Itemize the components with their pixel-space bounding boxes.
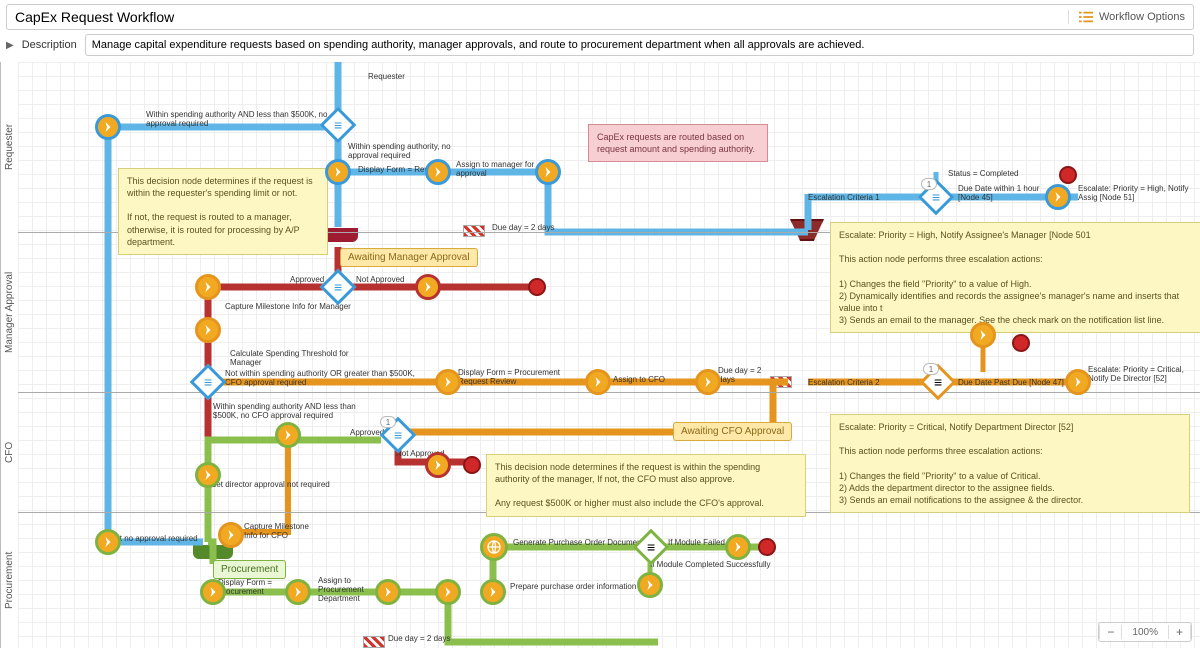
annotation: Escalate: Priority = High, Notify Assign… <box>830 222 1200 333</box>
edge-label: Approved <box>350 428 384 437</box>
action-node[interactable] <box>637 572 663 598</box>
node-label: Escalation Criteria 2 <box>808 378 880 387</box>
action-node[interactable] <box>725 534 751 560</box>
action-node[interactable] <box>95 529 121 555</box>
edge-label: Not Approved <box>356 275 404 284</box>
lane-separator <box>18 392 1200 393</box>
integration-node[interactable] <box>480 533 508 561</box>
end-node[interactable] <box>528 278 546 296</box>
action-node[interactable] <box>375 579 401 605</box>
annotation: Escalate: Priority = Critical, Notify De… <box>830 414 1190 513</box>
action-node[interactable] <box>585 369 611 395</box>
lane-procurement: Procurement <box>0 512 18 648</box>
state-badge[interactable]: Procurement <box>213 560 286 579</box>
action-node[interactable] <box>415 274 441 300</box>
edge-label: Due day = 2 days <box>492 223 554 232</box>
action-node[interactable] <box>195 274 221 300</box>
action-node[interactable] <box>1065 369 1091 395</box>
expand-icon[interactable]: ▶ <box>6 40 14 51</box>
action-node[interactable] <box>95 114 121 140</box>
node-label: Prepare purchase order information <box>510 582 636 591</box>
node-label: Capture Milestone Info for Manager <box>225 302 351 311</box>
action-node[interactable] <box>480 579 506 605</box>
zoom-in-button[interactable]: + <box>1168 625 1191 639</box>
action-node[interactable] <box>425 452 451 478</box>
action-node[interactable] <box>425 159 451 185</box>
workflow-canvas[interactable]: ≡ Requester Within spending authority AN… <box>18 62 1200 648</box>
annotation: This decision node determines if the req… <box>486 454 806 517</box>
action-node[interactable] <box>970 322 996 348</box>
action-node[interactable] <box>695 369 721 395</box>
count-badge: 1 <box>921 178 937 190</box>
node-label: Escalate: Priority = High, Notify Assig … <box>1078 184 1200 202</box>
lane-cfo: CFO <box>0 392 18 512</box>
action-node[interactable] <box>1045 184 1071 210</box>
lane-manager: Manager Approval <box>0 232 18 392</box>
count-badge: 1 <box>923 363 939 375</box>
action-node[interactable] <box>195 462 221 488</box>
node-label: Set director approval not required <box>211 480 330 489</box>
end-node[interactable] <box>1012 334 1030 352</box>
state-badge[interactable]: Awaiting Manager Approval <box>340 248 478 267</box>
description-input[interactable] <box>85 34 1194 56</box>
edge-label: Due Date Past Due [Node 47] <box>958 378 1064 387</box>
edge-label: Due Date within 1 hour [Node 45] <box>958 184 1048 202</box>
description-row: ▶ Description <box>6 34 1194 56</box>
edge-label: Due day = 2 days <box>718 366 768 384</box>
node-label: Escalation Criteria 1 <box>808 193 880 202</box>
action-node[interactable] <box>435 369 461 395</box>
node-label: Assign to CFO <box>613 375 665 384</box>
end-node[interactable] <box>758 538 776 556</box>
node-label: Escalate: Priority = Critical, Notify De… <box>1088 365 1200 383</box>
zoom-out-button[interactable]: − <box>1099 625 1122 639</box>
description-label: Description <box>22 39 77 51</box>
node-label: Generate Purchase Order Document <box>513 538 644 547</box>
edge-label: Within spending authority AND less than … <box>146 110 346 128</box>
workflow-options-button[interactable]: Workflow Options <box>1068 10 1185 24</box>
end-node[interactable] <box>1059 166 1077 184</box>
workflow-canvas-container: Requester Manager Approval CFO Procureme… <box>0 62 1200 648</box>
edge-label: Status = Completed <box>948 169 1018 178</box>
action-node[interactable] <box>195 317 221 343</box>
action-node[interactable] <box>435 579 461 605</box>
lane-requester: Requester <box>0 62 18 232</box>
zoom-control: − 100% + <box>1098 622 1192 642</box>
node-label: Capture Milestone Info for CFO <box>244 522 314 540</box>
edge-label: Not within spending authority OR greater… <box>225 369 425 387</box>
edge-label: Within spending authority, no approval r… <box>348 142 468 160</box>
edge-label: If Module Completed Successfully <box>650 560 771 569</box>
node-label: Assign to manager for approval <box>456 160 536 178</box>
action-node[interactable] <box>535 159 561 185</box>
action-node[interactable] <box>325 159 351 185</box>
swimlane-labels: Requester Manager Approval CFO Procureme… <box>0 62 18 648</box>
node-label: Display Form = Procurement <box>218 578 288 596</box>
end-node[interactable] <box>463 456 481 474</box>
edge-label: If Module Failed <box>668 538 725 547</box>
annotation: CapEx requests are routed based on reque… <box>588 124 768 162</box>
node-label: Display Form = Procurement Request Revie… <box>458 368 588 386</box>
node-label: Set no approval required <box>110 534 198 543</box>
action-node[interactable] <box>285 579 311 605</box>
action-node[interactable] <box>218 522 244 548</box>
list-icon <box>1079 10 1093 24</box>
workflow-title-input[interactable] <box>15 9 1068 25</box>
action-node[interactable] <box>275 422 301 448</box>
count-badge: 1 <box>380 416 396 428</box>
node-label: Calculate Spending Threshold for Manager <box>230 349 350 367</box>
edge-label: Due day = 2 days <box>388 634 450 643</box>
action-node[interactable] <box>200 579 226 605</box>
zoom-level: 100% <box>1122 627 1168 638</box>
node-label: Requester <box>368 72 405 81</box>
annotation: This decision node determines if the req… <box>118 168 328 255</box>
edge-label: Within spending authority AND less than … <box>213 402 373 420</box>
workflow-options-label: Workflow Options <box>1099 11 1185 23</box>
title-bar: Workflow Options <box>6 4 1194 30</box>
state-badge[interactable]: Awaiting CFO Approval <box>673 422 792 441</box>
edge-label: Approved <box>290 275 324 284</box>
